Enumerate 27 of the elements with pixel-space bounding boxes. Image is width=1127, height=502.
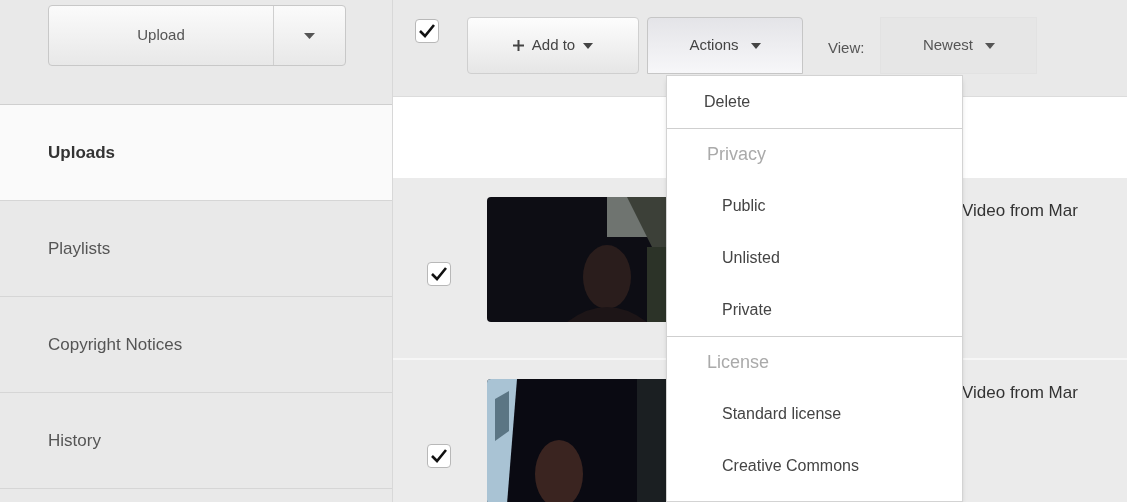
menu-item[interactable]: Private bbox=[667, 284, 962, 336]
menu-item[interactable]: Standard license bbox=[667, 388, 962, 440]
caret-icon bbox=[750, 42, 761, 49]
sidebar-item[interactable]: Uploads bbox=[0, 105, 392, 201]
menu-section-header: Privacy bbox=[667, 128, 962, 180]
video-title[interactable]: Video from Mar bbox=[962, 380, 1078, 406]
menu-item[interactable]: Creative Commons bbox=[667, 440, 962, 492]
add-to-button[interactable]: Add to bbox=[467, 17, 639, 74]
view-label: View: bbox=[828, 38, 865, 58]
caret-icon bbox=[304, 32, 315, 39]
menu-item[interactable]: Unlisted bbox=[667, 232, 962, 284]
plus-icon bbox=[512, 40, 524, 51]
menu-item[interactable]: Delete bbox=[667, 76, 962, 128]
checkbox[interactable] bbox=[415, 19, 439, 43]
sort-dropdown[interactable]: Newest bbox=[880, 17, 1038, 74]
video-title[interactable]: Video from Mar bbox=[962, 198, 1078, 224]
actions-button[interactable]: Actions bbox=[647, 17, 803, 74]
checkmark-icon bbox=[419, 24, 435, 38]
upload-button[interactable]: Upload bbox=[49, 6, 274, 65]
caret-icon bbox=[583, 42, 594, 49]
checkmark-icon bbox=[431, 267, 447, 281]
checkmark-icon bbox=[431, 449, 447, 463]
checkbox[interactable] bbox=[427, 262, 451, 286]
menu-section-header: License bbox=[667, 336, 962, 388]
caret-icon bbox=[984, 42, 995, 49]
menu-item[interactable]: Public bbox=[667, 180, 962, 232]
checkbox[interactable] bbox=[427, 444, 451, 468]
